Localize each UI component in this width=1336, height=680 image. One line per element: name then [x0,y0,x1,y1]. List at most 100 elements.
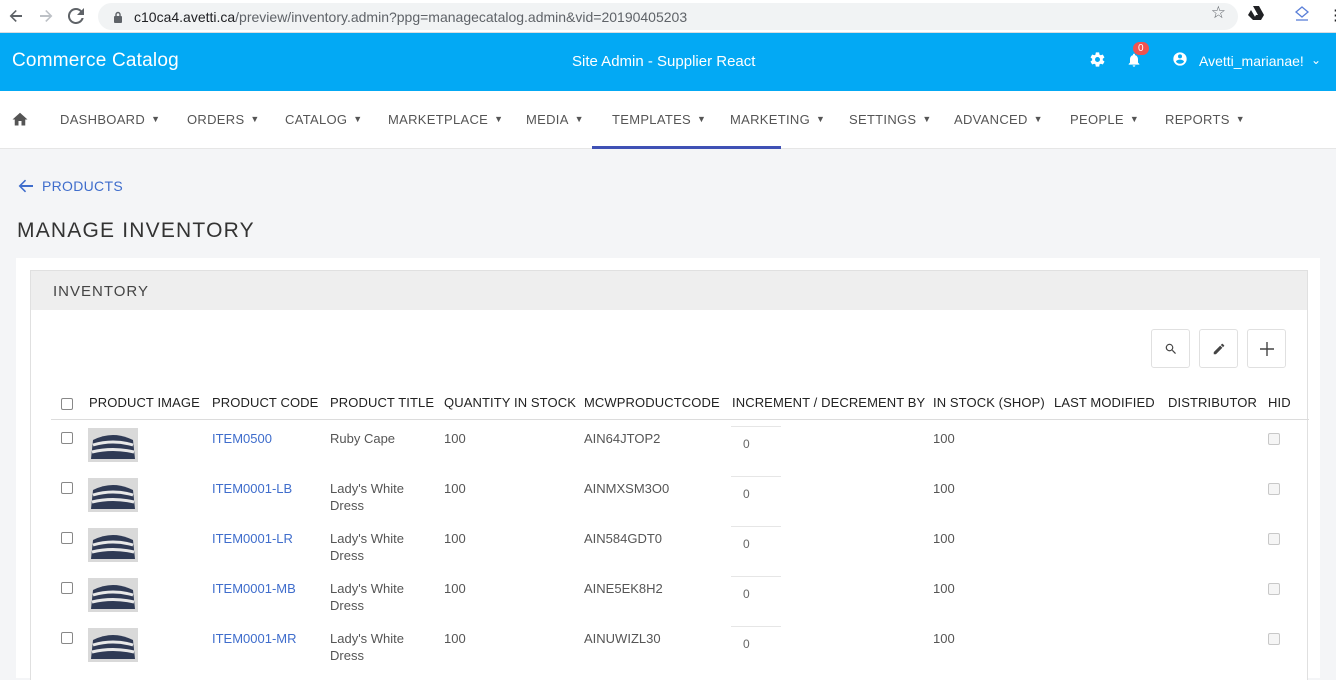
chevron-down-icon: ▼ [1235,114,1245,124]
add-button[interactable] [1247,329,1286,368]
table-row: ITEM0500 Ruby Cape 100 AIN64JTOP2 0 100 [31,426,1309,476]
row-checkbox[interactable] [61,482,73,494]
hidden-checkbox[interactable] [1268,583,1280,595]
nav-people[interactable]: PEOPLE ▼ [1070,112,1139,127]
col-distributor[interactable]: DISTRIBUTOR [1168,395,1257,410]
hidden-checkbox[interactable] [1268,483,1280,495]
nav-reports[interactable]: REPORTS ▼ [1165,112,1245,127]
inventory-card: INVENTORY PRODUCT IMAGE PRODUCT CODE PRO… [16,258,1320,680]
mcw-product-code: AINUWIZL30 [584,631,661,646]
row-checkbox[interactable] [61,532,73,544]
back-to-products-link[interactable]: PRODUCTS [18,178,123,194]
sweater-image [88,478,138,512]
chevron-down-icon: ▼ [1129,114,1140,124]
app-title[interactable]: Commerce Catalog [12,50,179,72]
increment-input[interactable]: 0 [731,626,781,662]
nav-marketplace[interactable]: MARKETPLACE ▼ [388,112,503,127]
chevron-down-icon: ▼ [494,114,504,124]
table-row: ITEM0001-MB Lady's White Dress 100 AINE5… [31,576,1309,626]
card-title: INVENTORY [53,283,149,300]
user-avatar-icon[interactable] [1172,51,1188,67]
product-code-link[interactable]: ITEM0001-LR [212,530,293,547]
product-thumbnail[interactable] [88,628,138,662]
card-header: INVENTORY [30,270,1308,310]
browser-menu-icon[interactable]: ⋮ [1328,6,1336,24]
col-quantity-in-stock[interactable]: QUANTITY IN STOCK [444,395,576,410]
gear-icon[interactable] [1089,51,1106,68]
product-thumbnail[interactable] [88,528,138,562]
product-title: Lady's White Dress [330,581,405,613]
hidden-checkbox[interactable] [1268,633,1280,645]
product-code-link[interactable]: ITEM0500 [212,430,272,447]
user-name[interactable]: Avetti_marianae! [1199,53,1304,69]
browser-toolbar: c10ca4.avetti.ca/preview/inventory.admin… [0,0,1336,33]
in-stock-shop: 100 [933,531,955,546]
main-nav: DASHBOARD ▼ ORDERS ▼ CATALOG ▼ MARKETPLACE ▼… [0,91,1336,149]
increment-input[interactable]: 0 [731,476,781,512]
nav-orders[interactable]: ORDERS ▼ [187,112,260,127]
product-code-link[interactable]: ITEM0001-MB [212,580,296,597]
in-stock-shop: 100 [933,431,955,446]
table-row: ITEM0001-MR Lady's White Dress 100 AINUW… [31,626,1309,676]
product-thumbnail[interactable] [88,578,138,612]
back-arrow-icon[interactable] [2,2,30,30]
select-all-checkbox[interactable] [61,398,73,410]
row-checkbox[interactable] [61,582,73,594]
search-button[interactable] [1151,329,1190,368]
sweater-image [88,578,138,612]
nav-media[interactable]: MEDIA ▼ [526,112,584,127]
product-thumbnail[interactable] [88,478,138,512]
hidden-checkbox[interactable] [1268,433,1280,445]
increment-input[interactable]: 0 [731,576,781,612]
col-product-title[interactable]: PRODUCT TITLE [330,395,434,410]
col-product-image[interactable]: PRODUCT IMAGE [89,395,200,410]
col-in-stock-shop[interactable]: IN STOCK (SHOP) [933,395,1045,410]
product-title: Lady's White Dress [330,631,405,663]
col-last-modified[interactable]: LAST MODIFIED [1054,395,1155,410]
url-path: /preview/inventory.admin?ppg=managecatal… [235,8,688,25]
nav-dashboard[interactable]: DASHBOARD ▼ [60,112,160,127]
product-title: Lady's White Dress [330,531,405,563]
col-mcwproductcode[interactable]: MCWPRODUCTCODE [584,395,720,410]
table-header-divider [51,419,1309,420]
user-menu-chevron-down-icon[interactable]: ⌄ [1311,53,1321,67]
col-hidden-truncated[interactable]: HID [1268,395,1290,410]
row-checkbox[interactable] [61,432,73,444]
reload-icon[interactable] [62,2,90,30]
product-thumbnail[interactable] [88,428,138,462]
row-checkbox[interactable] [61,632,73,644]
product-code-link[interactable]: ITEM0001-LB [212,480,292,497]
nav-settings[interactable]: SETTINGS ▼ [849,112,932,127]
home-icon[interactable] [11,110,29,126]
quantity-in-stock: 100 [444,481,466,496]
product-title: Lady's White Dress [330,481,405,513]
pencil-icon [1213,343,1224,354]
chevron-down-icon: ▼ [151,114,161,124]
bookmark-star-icon[interactable]: ☆ [1211,3,1226,23]
nav-advanced[interactable]: ADVANCED ▼ [954,112,1043,127]
edit-button[interactable] [1199,329,1238,368]
forward-arrow-icon[interactable] [32,2,60,30]
drive-extension-icon[interactable] [1248,6,1264,24]
chevron-down-icon: ▼ [353,114,363,124]
increment-input[interactable]: 0 [731,526,781,562]
nav-templates[interactable]: TEMPLATES ▼ [612,112,706,127]
col-product-code[interactable]: PRODUCT CODE [212,395,318,410]
plus-icon [1259,341,1274,356]
sweater-image [88,628,138,662]
in-stock-shop: 100 [933,631,955,646]
nav-catalog[interactable]: CATALOG ▼ [285,112,363,127]
notification-badge: 0 [1133,42,1149,55]
search-icon [1165,343,1176,354]
sweater-image [88,428,138,462]
col-increment-decrement[interactable]: INCREMENT / DECREMENT BY [732,395,925,410]
product-code-link[interactable]: ITEM0001-MR [212,630,297,647]
table-row: ITEM0001-LB Lady's White Dress 100 AINMX… [31,476,1309,526]
extension-icon[interactable] [1294,6,1310,26]
info-lock-icon [114,11,122,23]
nav-marketing[interactable]: MARKETING ▼ [730,112,825,127]
increment-input[interactable]: 0 [731,426,781,462]
hidden-checkbox[interactable] [1268,533,1280,545]
address-bar[interactable]: c10ca4.avetti.ca/preview/inventory.admin… [98,3,1238,30]
chevron-down-icon: ▼ [922,114,932,124]
